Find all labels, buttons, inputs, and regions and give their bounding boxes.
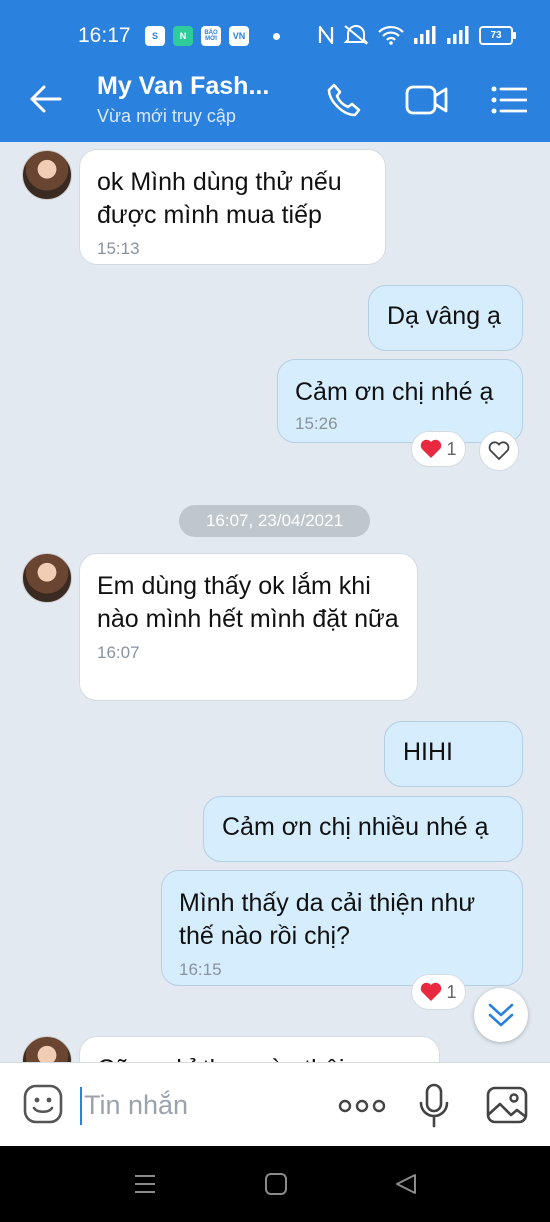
message-bubble-outgoing[interactable]: Mình thấy da cải thiện như thế nào rồi c… xyxy=(161,870,523,986)
date-separator: 16:07, 23/04/2021 xyxy=(179,505,370,537)
reaction-count: 1 xyxy=(446,981,457,1002)
vnexpress-icon: VN xyxy=(229,26,249,46)
avatar[interactable] xyxy=(22,1036,72,1062)
signal-icon-2 xyxy=(446,25,470,45)
message-bubble-outgoing[interactable]: Cảm ơn chị nhiều nhé ạ xyxy=(203,796,523,862)
contact-status: Vừa mới truy cập xyxy=(97,106,236,126)
avatar[interactable] xyxy=(22,150,72,200)
contact-name[interactable]: My Van Fash... xyxy=(97,72,287,101)
reaction-badge[interactable]: 1 xyxy=(411,974,466,1010)
system-indicators: 73 xyxy=(318,24,516,46)
react-button[interactable] xyxy=(479,431,519,471)
scroll-to-bottom-button[interactable] xyxy=(474,988,528,1042)
message-time: 15:26 xyxy=(295,414,338,433)
nfc-icon xyxy=(318,25,334,45)
phone-icon[interactable] xyxy=(326,82,362,123)
message-text: Mình thấy da cải thiện như thế nào rồi c… xyxy=(179,889,476,950)
signal-icon xyxy=(413,25,437,45)
message-list[interactable]: ok Mình dùng thử nếu được mình mua tiếp … xyxy=(0,142,550,1062)
message-bubble-incoming[interactable]: ok Mình dùng thử nếu được mình mua tiếp … xyxy=(79,149,386,265)
message-text: Em dùng thấy ok lắm khi nào mình hết mìn… xyxy=(97,572,399,633)
reaction-badge[interactable]: 1 xyxy=(411,431,466,467)
video-camera-icon[interactable] xyxy=(405,84,449,121)
heart-outline-icon xyxy=(488,441,510,461)
notification-icons: S N BÁO MỚI VN xyxy=(145,26,249,46)
back-nav-icon[interactable] xyxy=(394,1172,418,1201)
list-menu-icon[interactable] xyxy=(491,86,528,119)
message-bubble-outgoing[interactable]: Cảm ơn chị nhé ạ 15:26 xyxy=(277,359,523,443)
microphone-icon[interactable] xyxy=(418,1083,450,1134)
avatar[interactable] xyxy=(22,553,72,603)
reaction-count: 1 xyxy=(446,438,457,459)
shopee-icon: S xyxy=(145,26,165,46)
message-text: Dạ vâng ạ xyxy=(387,302,501,330)
battery-icon: 73 xyxy=(479,25,516,45)
message-time: 16:07 xyxy=(97,643,140,662)
heart-icon xyxy=(421,439,442,458)
notification-app-icon: N xyxy=(173,26,193,46)
text-cursor xyxy=(80,1087,82,1125)
arrow-left-icon[interactable] xyxy=(28,84,62,119)
message-text: Cảm ơn chị nhé ạ xyxy=(295,378,494,406)
message-bubble-incoming[interactable]: Cũng chỉ thay vào thôi xyxy=(79,1036,440,1062)
status-time: 16:17 xyxy=(78,24,131,47)
home-icon[interactable] xyxy=(264,1172,288,1201)
image-icon[interactable] xyxy=(486,1085,528,1130)
status-bar: 16:17 S N BÁO MỚI VN 73 xyxy=(0,0,550,60)
message-input[interactable] xyxy=(84,1083,314,1127)
message-text: Cũng chỉ thay vào thôi xyxy=(97,1053,421,1062)
message-bubble-outgoing[interactable]: HIHI xyxy=(384,721,523,787)
message-bubble-outgoing[interactable]: Dạ vâng ạ xyxy=(368,285,523,351)
mute-icon xyxy=(343,24,369,46)
message-bubble-incoming[interactable]: Em dùng thấy ok lắm khi nào mình hết mìn… xyxy=(79,553,418,701)
more-dots-icon[interactable] xyxy=(338,1099,386,1118)
wifi-icon xyxy=(378,25,404,45)
message-text: Cảm ơn chị nhiều nhé ạ xyxy=(222,813,489,841)
system-nav-bar xyxy=(0,1146,550,1222)
notification-dot-icon xyxy=(273,33,280,40)
message-text: ok Mình dùng thử nếu được mình mua tiếp xyxy=(97,168,342,229)
chat-header: My Van Fash... Vừa mới truy cập xyxy=(0,60,550,142)
chevron-double-down-icon xyxy=(488,1003,514,1027)
composer-bar xyxy=(0,1062,550,1147)
baomoi-icon: BÁO MỚI xyxy=(201,26,221,46)
recent-apps-icon[interactable] xyxy=(133,1172,157,1201)
message-time: 15:13 xyxy=(97,239,140,258)
sticker-icon[interactable] xyxy=(22,1083,64,1130)
heart-icon xyxy=(421,982,442,1001)
message-text: HIHI xyxy=(403,738,453,766)
